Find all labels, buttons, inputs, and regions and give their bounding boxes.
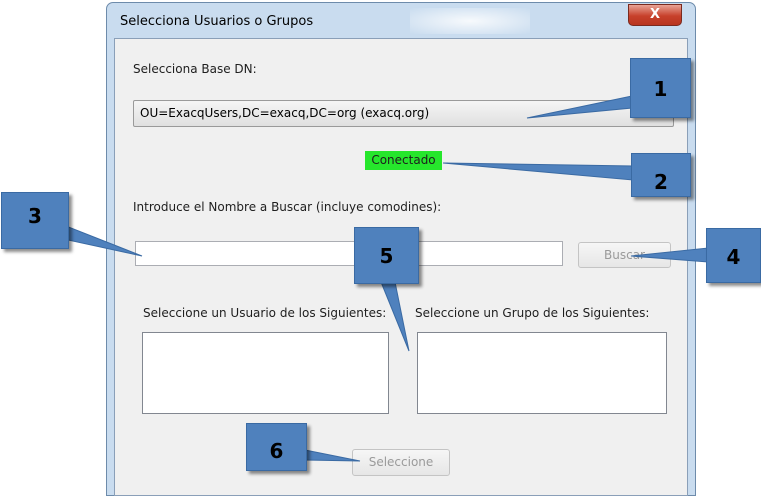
callout-3-pointer bbox=[65, 225, 143, 257]
callout-1-badge: 1 bbox=[630, 58, 691, 118]
callout-4-badge: 4 bbox=[706, 228, 761, 283]
callout-5-badge: 5 bbox=[354, 227, 419, 284]
callout-6-badge: 6 bbox=[246, 423, 307, 471]
callout-1-pointer bbox=[526, 95, 633, 119]
callout-4-pointer bbox=[630, 247, 709, 263]
callout-3-badge: 3 bbox=[1, 192, 69, 249]
callout-2-badge: 2 bbox=[631, 153, 691, 197]
callout-6-pointer bbox=[304, 449, 361, 462]
callout-2-pointer bbox=[442, 162, 634, 181]
callout-5-pointer bbox=[380, 281, 410, 352]
